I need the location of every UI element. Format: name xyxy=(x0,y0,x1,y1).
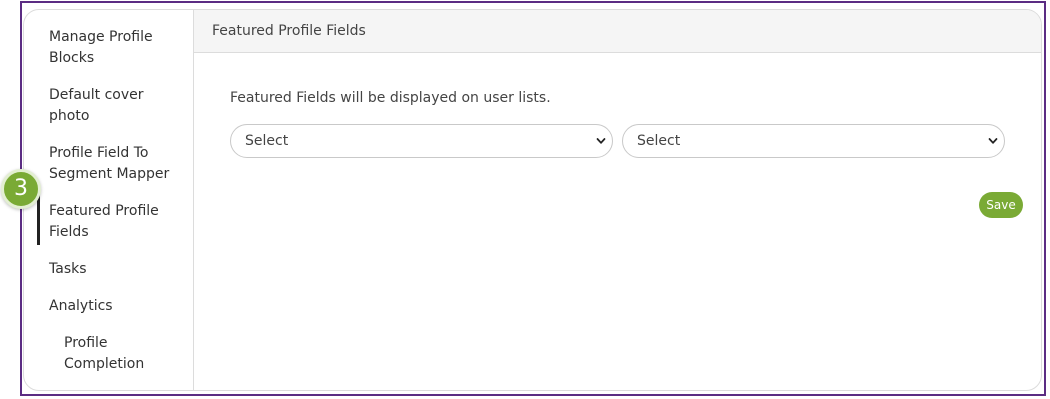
save-button[interactable]: Save xyxy=(979,192,1023,218)
sidebar-item-analytics[interactable]: Analytics xyxy=(24,295,193,317)
sidebar-item-featured-profile-fields[interactable]: Featured Profile Fields xyxy=(24,193,193,245)
sidebar-item-label: Default cover photo xyxy=(49,87,144,124)
sidebar-item-label: Featured Profile Fields xyxy=(49,203,159,240)
sidebar-item-label: Manage Profile Blocks xyxy=(49,29,153,66)
description-text: Featured Fields will be displayed on use… xyxy=(230,90,551,106)
sidebar-item-default-cover-photo[interactable]: Default cover photo xyxy=(24,84,193,127)
chevron-down-icon xyxy=(596,138,606,144)
sidebar-item-profile-field-to-segment-mapper[interactable]: Profile Field To Segment Mapper xyxy=(24,142,193,185)
chevron-down-icon xyxy=(988,138,998,144)
featured-field-select-2[interactable]: Select xyxy=(622,124,1005,158)
featured-field-select-1[interactable]: Select xyxy=(230,124,613,158)
sidebar-item-label: Profile Field To Segment Mapper xyxy=(49,145,170,182)
sidebar-item-label: Profile Completion xyxy=(64,335,145,372)
settings-card: Manage Profile Blocks Default cover phot… xyxy=(23,9,1042,391)
sidebar-item-profile-completion[interactable]: Profile Completion xyxy=(24,332,193,375)
sidebar-item-tasks[interactable]: Tasks xyxy=(24,258,193,280)
select-value: Select xyxy=(637,133,681,149)
step-number-badge: 3 xyxy=(1,169,41,209)
select-value: Select xyxy=(245,133,289,149)
main-panel: Featured Profile Fields Featured Fields … xyxy=(194,10,1041,390)
sidebar-item-label: Tasks xyxy=(49,261,87,277)
sidebar-item-manage-profile-blocks[interactable]: Manage Profile Blocks xyxy=(24,26,193,69)
sidebar-item-label: Analytics xyxy=(49,298,113,314)
sidebar: Manage Profile Blocks Default cover phot… xyxy=(24,10,194,390)
panel-title: Featured Profile Fields xyxy=(194,10,1041,53)
